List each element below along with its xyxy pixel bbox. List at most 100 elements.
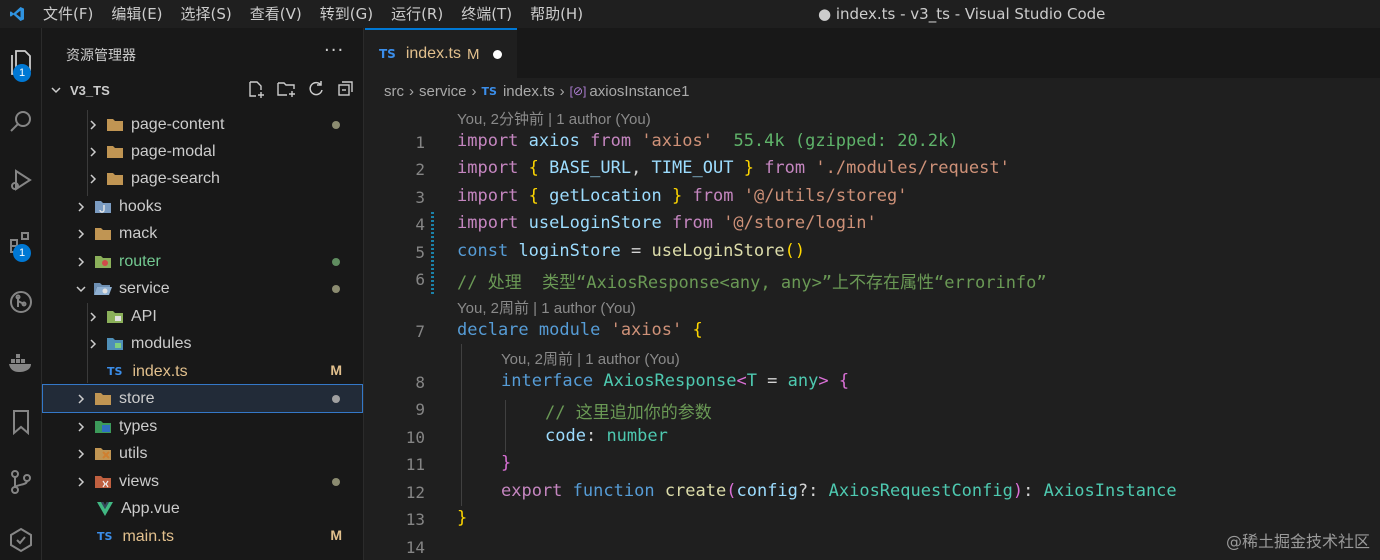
indent-guide bbox=[461, 344, 462, 506]
tree-item-store[interactable]: store bbox=[42, 384, 363, 413]
code-line-8: interface AxiosResponse<T = any> { bbox=[501, 371, 850, 391]
tree-item-label: hooks bbox=[119, 197, 162, 215]
run-debug-icon[interactable] bbox=[0, 158, 42, 202]
tree-item-label: page-modal bbox=[131, 142, 216, 160]
breadcrumb: src › service › TS index.ts › [⊘] axiosI… bbox=[384, 80, 689, 102]
modules-folder-icon bbox=[105, 335, 125, 353]
vue-file-icon bbox=[95, 500, 115, 518]
source-control-icon[interactable] bbox=[0, 460, 42, 504]
tree-item-modules[interactable]: modules bbox=[43, 330, 362, 357]
tree-item-views[interactable]: views bbox=[43, 468, 362, 495]
watermark: @稀土掘金技术社区 bbox=[1225, 532, 1370, 551]
tree-item-label: API bbox=[131, 307, 157, 325]
chevron-right-icon bbox=[85, 117, 101, 133]
typescript-file-icon: TS bbox=[481, 84, 497, 98]
tree-item-page-content[interactable]: page-content bbox=[43, 111, 362, 138]
git-blame-codelens[interactable]: You, 2分钟前 | 1 author (You) bbox=[457, 108, 651, 129]
remote-explorer-icon[interactable] bbox=[0, 518, 42, 560]
code-line-4: import useLoginStore from '@/store/login… bbox=[457, 213, 877, 233]
chevron-right-icon bbox=[85, 309, 101, 325]
breadcrumb-file[interactable]: index.ts bbox=[503, 83, 555, 100]
tree-item-api[interactable]: API bbox=[43, 303, 362, 330]
menu-selection[interactable]: 选择(S) bbox=[172, 0, 241, 28]
tree-item-page-search[interactable]: page-search bbox=[43, 165, 362, 192]
tree-item-label: App.vue bbox=[121, 499, 180, 517]
menu-go[interactable]: 转到(G) bbox=[311, 0, 382, 28]
tree-item-mack[interactable]: mack bbox=[43, 220, 362, 247]
explorer-actions bbox=[245, 78, 357, 100]
modified-dot-icon bbox=[332, 285, 340, 293]
tree-item-app-vue[interactable]: App.vue bbox=[43, 495, 362, 522]
menu-help[interactable]: 帮助(H) bbox=[521, 0, 592, 28]
tree-item-service[interactable]: service bbox=[43, 275, 362, 302]
line-number: 14 bbox=[405, 538, 425, 557]
chevron-right-icon bbox=[73, 199, 89, 215]
line-number: 10 bbox=[405, 428, 425, 447]
unsaved-dot-icon[interactable] bbox=[493, 49, 503, 59]
views-folder-icon bbox=[93, 473, 113, 491]
tree-item-router[interactable]: router bbox=[43, 248, 362, 275]
chevron-down-icon bbox=[73, 281, 89, 297]
router-folder-icon bbox=[93, 253, 113, 271]
line-number: 6 bbox=[415, 270, 425, 289]
bookmarks-icon[interactable] bbox=[0, 400, 42, 444]
extensions-badge: 1 bbox=[13, 244, 31, 262]
window-title: ● index.ts - v3_ts - Visual Studio Code bbox=[818, 5, 1106, 23]
extensions-icon[interactable]: 1 bbox=[0, 220, 42, 264]
breadcrumb-src[interactable]: src bbox=[384, 83, 404, 100]
git-graph-icon[interactable] bbox=[0, 280, 42, 324]
explorer-icon[interactable]: 1 bbox=[0, 40, 42, 84]
code-line-10: code: number bbox=[545, 426, 668, 446]
new-folder-icon[interactable] bbox=[275, 78, 297, 100]
folder-icon bbox=[105, 143, 125, 161]
tree-item-main-ts[interactable]: TS main.ts M bbox=[43, 523, 362, 550]
tree-item-label: views bbox=[119, 472, 160, 490]
line-number: 2 bbox=[415, 160, 425, 179]
menu-run[interactable]: 运行(R) bbox=[382, 0, 452, 28]
modified-dot-icon bbox=[332, 395, 340, 403]
tree-item-types[interactable]: types bbox=[43, 413, 362, 440]
code-line-13: } bbox=[457, 508, 468, 528]
code-line-5: const loginStore = useLoginStore() bbox=[457, 241, 806, 261]
menu-edit[interactable]: 编辑(E) bbox=[102, 0, 171, 28]
search-icon[interactable] bbox=[0, 100, 42, 144]
editor-tab-bar: TS index.ts M bbox=[365, 28, 1380, 78]
chevron-right-icon bbox=[85, 336, 101, 352]
modified-badge: M bbox=[330, 362, 342, 378]
tree-item-label: router bbox=[119, 252, 161, 270]
workspace-root-label: V3_TS bbox=[70, 82, 110, 98]
docker-icon[interactable] bbox=[0, 340, 42, 384]
menu-file[interactable]: 文件(F) bbox=[34, 0, 102, 28]
line-number: 11 bbox=[405, 455, 425, 474]
tree-item-utils[interactable]: utils bbox=[43, 440, 362, 467]
variable-symbol-icon: [⊘] bbox=[569, 84, 587, 98]
typescript-file-icon: TS bbox=[97, 530, 113, 543]
code-line-2: import { BASE_URL, TIME_OUT } from './mo… bbox=[457, 158, 1010, 178]
code-editor[interactable]: You, 2分钟前 | 1 author (You) 1 2 3 4 5 6 i… bbox=[365, 104, 1380, 560]
indent-guide bbox=[505, 400, 506, 452]
refresh-icon[interactable] bbox=[305, 78, 327, 100]
code-line-6: // 处理 类型“AxiosResponse<any, any>”上不存在属性“… bbox=[457, 273, 1047, 293]
collapse-all-icon[interactable] bbox=[335, 78, 357, 100]
menu-view[interactable]: 查看(V) bbox=[241, 0, 311, 28]
more-actions-icon[interactable]: ··· bbox=[324, 40, 344, 61]
import-cost-hint: 55.4k (gzipped: 20.2k) bbox=[733, 131, 959, 151]
modified-dot-icon bbox=[332, 258, 340, 266]
tree-item-index-ts[interactable]: TS index.ts M bbox=[43, 358, 362, 385]
tree-item-hooks[interactable]: hooks bbox=[43, 193, 362, 220]
folder-icon bbox=[93, 390, 113, 408]
tree-item-page-modal[interactable]: page-modal bbox=[43, 138, 362, 165]
vscode-logo-icon bbox=[0, 0, 34, 28]
line-number: 3 bbox=[415, 188, 425, 207]
breadcrumb-service[interactable]: service bbox=[419, 83, 467, 100]
chevron-right-icon bbox=[73, 419, 89, 435]
breadcrumb-separator-icon: › bbox=[559, 82, 565, 100]
chevron-right-icon bbox=[85, 171, 101, 187]
git-blame-codelens[interactable]: You, 2周前 | 1 author (You) bbox=[457, 297, 636, 318]
tab-index-ts[interactable]: TS index.ts M bbox=[365, 28, 517, 78]
tree-item-label: index.ts bbox=[132, 362, 188, 380]
menu-terminal[interactable]: 终端(T) bbox=[452, 0, 521, 28]
new-file-icon[interactable] bbox=[245, 78, 267, 100]
breadcrumb-symbol[interactable]: axiosInstance1 bbox=[589, 83, 689, 100]
git-blame-codelens[interactable]: You, 2周前 | 1 author (You) bbox=[501, 348, 680, 369]
